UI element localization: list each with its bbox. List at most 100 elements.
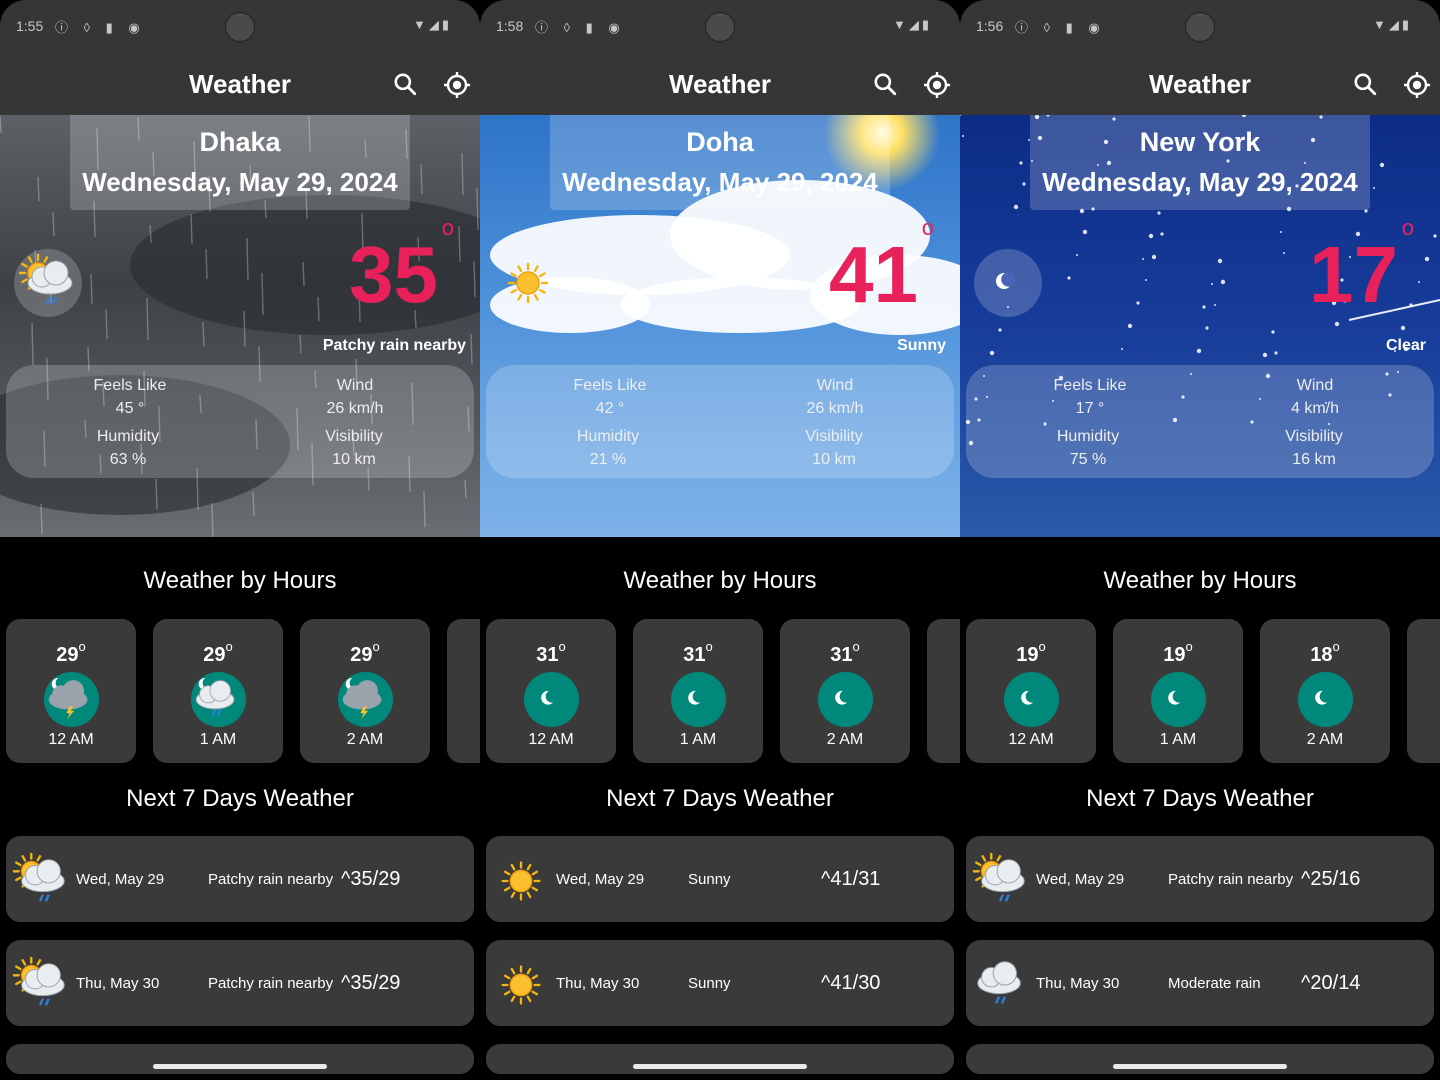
days-section-title: Next 7 Days Weather xyxy=(126,785,354,812)
hour-degree-symbol: o xyxy=(225,639,233,654)
hour-card[interactable]: 19o 1 AM xyxy=(1113,619,1243,763)
hours-section-title: Weather by Hours xyxy=(623,567,817,594)
city-name: Dhaka xyxy=(199,127,281,157)
sun-icon xyxy=(496,251,560,315)
home-gesture-bar[interactable] xyxy=(1113,1064,1287,1069)
day-date: Wed, May 29 xyxy=(76,871,165,888)
search-icon[interactable] xyxy=(392,71,418,97)
feels-like-label: Feels Like xyxy=(1053,377,1127,394)
hour-icon-badge xyxy=(671,672,726,727)
city-name: Doha xyxy=(686,127,754,157)
humidity-label: Humidity xyxy=(1056,428,1120,445)
day-condition: Patchy rain nearby xyxy=(1168,871,1294,888)
hour-temperature: 31o xyxy=(486,639,616,667)
day-forecast-card[interactable]: Wed, May 29 Patchy rain nearby ^25/16 xyxy=(966,836,1434,922)
hour-card-partial[interactable] xyxy=(1407,619,1440,763)
hour-temperature: 29o xyxy=(300,639,430,667)
visibility-value: 10 km xyxy=(332,451,376,468)
hour-temp-value: 19 xyxy=(1016,644,1039,666)
hour-degree-symbol: o xyxy=(1332,639,1340,654)
wind-value: 26 km/h xyxy=(326,400,384,417)
my-location-icon[interactable] xyxy=(922,70,952,100)
day-temp-range: ^41/30 xyxy=(821,972,881,994)
hour-card-partial[interactable] xyxy=(447,619,480,763)
hour-card[interactable]: 31o 2 AM xyxy=(780,619,910,763)
day-forecast-card[interactable]: Thu, May 30 Sunny ^41/30 xyxy=(486,940,954,1026)
app-bar: Weather xyxy=(0,55,480,115)
daily-forecast-card-partial[interactable] xyxy=(6,1044,474,1074)
city-name: New York xyxy=(1139,127,1261,157)
days-section-title: Next 7 Days Weather xyxy=(606,785,834,812)
day-forecast-card[interactable]: Wed, May 29 Sunny ^41/31 xyxy=(486,836,954,922)
hour-card[interactable]: 29o 2 AM xyxy=(300,619,430,763)
hour-card-partial[interactable] xyxy=(927,619,960,763)
condition-icon-badge xyxy=(974,249,1042,317)
app-bar: Weather xyxy=(480,55,960,115)
status-bar: 1:55 ⓘ ◊ ▮ ◉ ▼◢▮ xyxy=(0,0,480,55)
condition-icon-badge xyxy=(14,249,82,317)
search-icon[interactable] xyxy=(872,71,898,97)
humidity-value: 21 % xyxy=(589,451,627,468)
status-time: 1:58 xyxy=(496,18,524,34)
current-weather-panel: Dhaka Wednesday, May 29, 2024 35 o Patch… xyxy=(0,115,480,537)
humidity-label: Humidity xyxy=(96,428,160,445)
daily-forecast-card-partial[interactable] xyxy=(966,1044,1434,1074)
hour-icon-badge xyxy=(191,672,246,727)
hour-time: 12 AM xyxy=(1008,731,1054,748)
visibility-stat: Visibility 16 km xyxy=(1214,425,1414,471)
hour-card[interactable]: 29o 1 AM xyxy=(153,619,283,763)
my-location-icon[interactable] xyxy=(1402,70,1432,100)
day-forecast-card[interactable]: Thu, May 30 Patchy rain nearby ^35/29 xyxy=(6,940,474,1026)
hour-time: 2 AM xyxy=(826,731,864,748)
status-time: 1:56 xyxy=(976,18,1004,34)
moon-icon xyxy=(976,251,1040,315)
hour-card[interactable]: 18o 2 AM xyxy=(1260,619,1390,763)
day-date: Thu, May 30 xyxy=(556,975,640,992)
hour-card[interactable]: 31o 12 AM xyxy=(486,619,616,763)
hour-temperature: 19o xyxy=(1113,639,1243,667)
search-icon[interactable] xyxy=(1352,71,1378,97)
humidity-value: 75 % xyxy=(1069,451,1107,468)
moon-icon xyxy=(524,672,579,727)
wind-label: Wind xyxy=(1296,377,1334,394)
hour-degree-symbol: o xyxy=(78,639,86,654)
hour-time: 1 AM xyxy=(199,731,237,748)
day-temp-range: ^25/16 xyxy=(1301,868,1361,890)
home-gesture-bar[interactable] xyxy=(153,1064,327,1069)
day-temp-range: ^35/29 xyxy=(341,972,401,994)
current-temperature: 41 xyxy=(829,230,918,319)
system-status-icons: ▼◢▮ xyxy=(412,17,452,32)
feels-like-value: 42 ° xyxy=(595,400,625,417)
visibility-value: 16 km xyxy=(1292,451,1336,468)
day-forecast-card[interactable]: Thu, May 30 Moderate rain ^20/14 xyxy=(966,940,1434,1026)
current-date: Wednesday, May 29, 2024 xyxy=(1042,167,1358,197)
feels-like-value: 45 ° xyxy=(115,400,145,417)
sun-cloud-rain-icon xyxy=(970,850,1034,910)
my-location-icon[interactable] xyxy=(442,70,472,100)
hour-degree-symbol: o xyxy=(705,639,713,654)
hour-temp-value: 19 xyxy=(1163,644,1186,666)
hour-card[interactable]: 19o 12 AM xyxy=(966,619,1096,763)
hour-card[interactable]: 29o 12 AM xyxy=(6,619,136,763)
moon-icon xyxy=(1298,672,1353,727)
visibility-label: Visibility xyxy=(1285,428,1343,445)
current-weather-panel: Doha Wednesday, May 29, 2024 41 o Sunny … xyxy=(480,115,960,537)
feels-like-label: Feels Like xyxy=(573,377,647,394)
condition-text: Sunny xyxy=(897,337,946,354)
daily-forecast-card-partial[interactable] xyxy=(486,1044,954,1074)
day-temp-range: ^41/31 xyxy=(821,868,881,890)
home-gesture-bar[interactable] xyxy=(633,1064,807,1069)
hour-card[interactable]: 31o 1 AM xyxy=(633,619,763,763)
humidity-value: 63 % xyxy=(109,451,147,468)
hour-time: 1 AM xyxy=(679,731,717,748)
day-date: Thu, May 30 xyxy=(1036,975,1120,992)
phone-screen-3: 1:56 ⓘ ◊ ▮ ◉ ▼◢▮ Weather New York Wednes… xyxy=(960,0,1440,1080)
moon-icon xyxy=(671,672,726,727)
current-date: Wednesday, May 29, 2024 xyxy=(562,167,878,197)
phone-screen-2: 1:58 ⓘ ◊ ▮ ◉ ▼◢▮ Weather Doha Wednesday,… xyxy=(480,0,960,1080)
location-date-card: New York Wednesday, May 29, 2024 xyxy=(1030,115,1370,210)
app-bar: Weather xyxy=(960,55,1440,115)
hour-temp-value: 31 xyxy=(683,644,706,666)
hours-section-title: Weather by Hours xyxy=(1103,567,1297,594)
day-forecast-card[interactable]: Wed, May 29 Patchy rain nearby ^35/29 xyxy=(6,836,474,922)
